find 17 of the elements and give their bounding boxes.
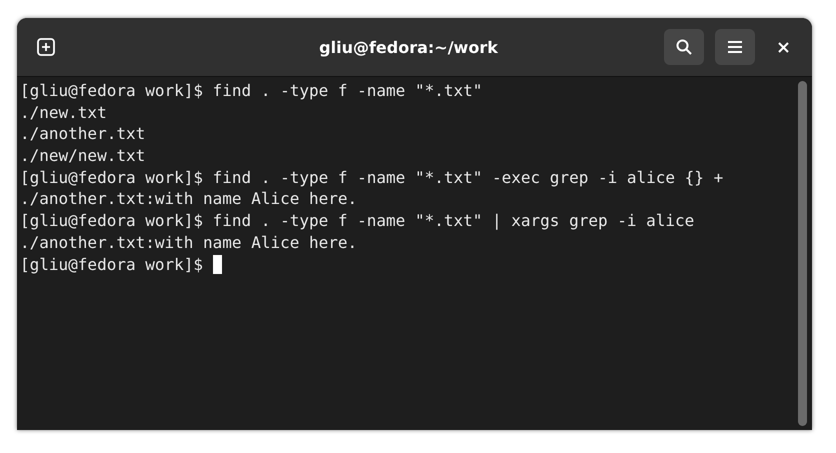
terminal-line: [gliu@fedora work]$ find . -type f -name "*.txt" [20, 80, 482, 102]
terminal-line: [gliu@fedora work]$ find . -type f -name "*.txt" | xargs grep -i alice [20, 210, 694, 232]
terminal-line: ./another.txt [20, 123, 146, 146]
close-icon [778, 42, 788, 52]
terminal-line: [gliu@fedora work]$ find . -type f -name "*.txt" -exec grep -i alice {} + [20, 166, 724, 188]
scrollbar[interactable] [798, 81, 807, 426]
terminal-line: ./new.txt [20, 102, 107, 124]
window-title: gliu@fedora:~/work [318, 38, 499, 56]
terminal-line: ./another.txt:with name Alice here. [20, 188, 358, 210]
search-icon [676, 39, 692, 55]
menu-button[interactable] [715, 29, 755, 65]
menu-icon [728, 41, 742, 53]
terminal-line: [gliu@fedora work]$ [20, 254, 204, 276]
terminal-line: ./another.txt:with name Alice here. [20, 232, 358, 254]
search-button[interactable] [664, 29, 704, 65]
terminal-line: ./new/new.txt [20, 145, 146, 167]
new-tab-icon [37, 38, 55, 56]
